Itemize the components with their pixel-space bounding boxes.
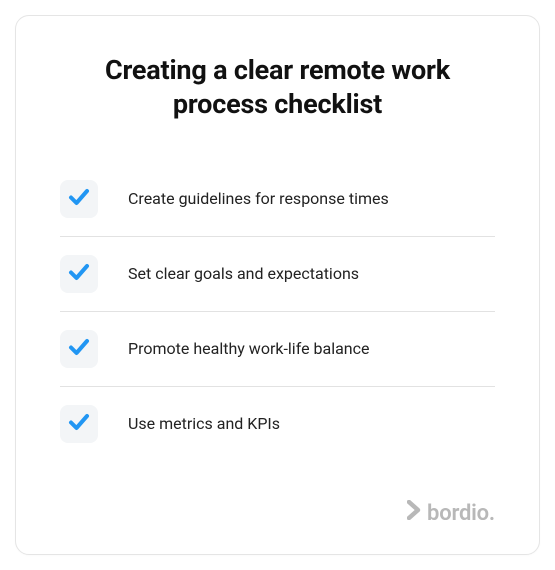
list-item-label: Promote healthy work-life balance [128,339,370,358]
list-item: Create guidelines for response times [60,162,495,236]
brand-logo: bordio. [407,500,495,526]
list-item-label: Create guidelines for response times [128,189,389,208]
list-item-label: Set clear goals and expectations [128,264,359,283]
list-item: Promote healthy work-life balance [60,312,495,386]
checklist-card: Creating a clear remote work process che… [15,15,540,555]
brand-name: bordio. [427,501,495,526]
checklist: Create guidelines for response times Set… [60,162,495,491]
checkbox[interactable] [60,330,98,368]
check-icon [67,335,91,363]
check-icon [67,260,91,288]
footer: bordio. [60,500,495,526]
list-item-label: Use metrics and KPIs [128,414,280,433]
checkbox[interactable] [60,405,98,443]
page-title: Creating a clear remote work process che… [60,54,495,122]
check-icon [67,410,91,438]
chevron-right-icon [407,500,421,520]
check-icon [67,185,91,213]
list-item: Use metrics and KPIs [60,387,495,461]
checkbox[interactable] [60,255,98,293]
checkbox[interactable] [60,180,98,218]
list-item: Set clear goals and expectations [60,237,495,311]
